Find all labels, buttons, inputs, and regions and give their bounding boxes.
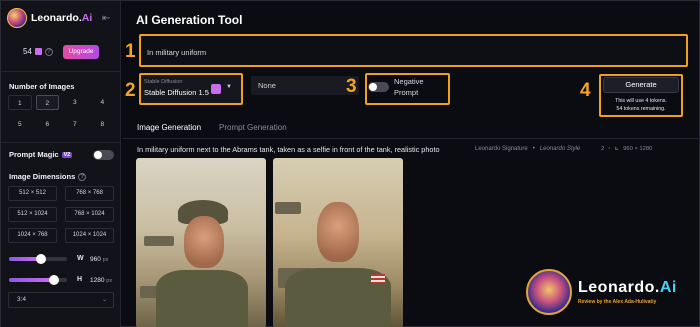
- images-option-7[interactable]: 7: [63, 117, 87, 132]
- generation-model: Leonardo Signature: [475, 146, 528, 152]
- sidebar: Leonardo.Ai ⇤ 54 ? Upgrade Number of Ima…: [1, 1, 121, 327]
- brand-logo-icon: [7, 8, 27, 28]
- dimension-option[interactable]: 768 × 1024: [65, 207, 114, 222]
- brand-name: Leonardo.Ai: [31, 12, 93, 24]
- image-icon: ▫: [608, 146, 611, 152]
- model-select-value: Stable Diffusion 1.5: [144, 88, 209, 97]
- width-label: W: [77, 255, 84, 262]
- upgrade-button[interactable]: Upgrade: [63, 45, 99, 59]
- model-icon: [211, 84, 221, 94]
- chevron-down-icon[interactable]: ▼: [226, 84, 232, 90]
- tank-shape: [275, 202, 301, 214]
- number-of-images-label: Number of Images: [9, 82, 75, 91]
- watermark-title: Leonardo.Ai: [578, 279, 677, 296]
- app-window: Leonardo.Ai ⇤ 54 ? Upgrade Number of Ima…: [0, 0, 700, 327]
- flag-patch-icon: [371, 274, 385, 283]
- tank-shape: [144, 236, 174, 246]
- page-title: AI Generation Tool: [136, 13, 243, 27]
- generation-prompt: In military uniform next to the Abrams t…: [137, 145, 440, 154]
- aspect-ratio-select[interactable]: 3:4 ⌄: [8, 292, 114, 308]
- model-select-label: Stable Diffusion: [144, 79, 183, 85]
- help-icon[interactable]: ?: [78, 172, 87, 181]
- generation-count: 2: [601, 146, 605, 152]
- images-option-1[interactable]: 1: [8, 95, 32, 110]
- tab-image-generation[interactable]: Image Generation: [137, 123, 202, 139]
- soldier-face: [184, 216, 224, 268]
- image-dimensions-options: 512 × 512 768 × 768 512 × 1024 768 × 102…: [8, 186, 114, 243]
- images-option-2[interactable]: 2: [35, 95, 59, 110]
- dimension-option[interactable]: 512 × 1024: [8, 207, 57, 222]
- negative-prompt-toggle[interactable]: [368, 82, 389, 92]
- dimension-option[interactable]: 1024 × 768: [8, 228, 57, 243]
- dimension-option[interactable]: 512 × 512: [8, 186, 57, 201]
- width-value[interactable]: 960 px: [90, 256, 108, 263]
- soldier-face: [317, 202, 359, 262]
- number-of-images-options: 1 2 3 4 5 6 7 8: [8, 95, 114, 132]
- token-count: 54: [23, 47, 32, 56]
- images-option-6[interactable]: 6: [36, 117, 60, 132]
- prompt-magic-label: Prompt Magic V2: [9, 150, 73, 159]
- watermark-logo-icon: [526, 269, 572, 315]
- annotation-number-4: 4: [580, 80, 591, 101]
- divider: [1, 142, 121, 143]
- width-slider[interactable]: [9, 254, 67, 264]
- generation-size: 960 × 1280: [623, 146, 653, 152]
- tab-prompt-generation[interactable]: Prompt Generation: [219, 123, 287, 139]
- dimensions-icon: ⊾: [614, 146, 620, 152]
- width-slider-knob[interactable]: [35, 254, 46, 264]
- watermark-subtitle: Review by the Alex Ada-Hulivatiy: [578, 299, 657, 305]
- height-value[interactable]: 1280 px: [90, 277, 112, 284]
- images-option-8[interactable]: 8: [91, 117, 115, 132]
- watermark-text: Leonardo.Ai Review by the Alex Ada-Huliv…: [578, 279, 677, 305]
- dimension-option[interactable]: 768 × 768: [65, 186, 114, 201]
- generation-details: 2 ▫ ⊾ 960 × 1280: [601, 146, 652, 152]
- generate-token-info: This will use 4 tokens. 54 tokens remain…: [615, 98, 667, 112]
- image-dimensions-label: Image Dimensions ?: [9, 172, 87, 181]
- generation-style: Leonardo Style: [539, 146, 581, 152]
- height-slider-knob[interactable]: [49, 275, 60, 285]
- leonardo-ai-watermark: Leonardo.Ai Review by the Alex Ada-Huliv…: [526, 269, 677, 315]
- generated-image-2[interactable]: [273, 158, 403, 327]
- height-slider[interactable]: [9, 275, 67, 285]
- chevron-down-icon: ⌄: [101, 297, 107, 303]
- divider: [123, 138, 700, 139]
- dimension-option[interactable]: 1024 × 1024: [65, 228, 114, 243]
- images-option-5[interactable]: 5: [8, 117, 32, 132]
- soldier-body: [156, 270, 248, 327]
- token-icon: [34, 48, 42, 55]
- generation-meta: Leonardo Signature • Leonardo Style: [475, 146, 580, 152]
- annotation-number-1: 1: [125, 41, 136, 62]
- collapse-sidebar-icon[interactable]: ⇤: [102, 14, 114, 24]
- images-option-4[interactable]: 4: [91, 95, 115, 110]
- brand[interactable]: Leonardo.Ai: [7, 8, 92, 28]
- generate-button[interactable]: Generate: [603, 77, 679, 93]
- annotation-number-2: 2: [125, 80, 136, 101]
- dot-separator: •: [532, 146, 535, 152]
- prompt-input[interactable]: [139, 34, 688, 67]
- tab-bar: Image Generation Prompt Generation: [137, 123, 287, 139]
- divider: [1, 71, 121, 72]
- help-icon[interactable]: ?: [44, 47, 53, 56]
- images-option-3[interactable]: 3: [63, 95, 87, 110]
- height-label: H: [77, 276, 83, 283]
- prompt-magic-toggle[interactable]: [93, 150, 114, 160]
- generated-image-1[interactable]: [136, 158, 266, 327]
- style-select[interactable]: None: [251, 76, 359, 95]
- negative-prompt-label: Negative Prompt: [394, 77, 424, 97]
- prompt-magic-version-badge: V2: [61, 151, 73, 158]
- annotation-number-3: 3: [346, 76, 357, 97]
- prompt-text: In military uniform: [147, 48, 207, 57]
- token-balance: 54 ?: [23, 47, 53, 56]
- height-slider-fill: [9, 278, 55, 282]
